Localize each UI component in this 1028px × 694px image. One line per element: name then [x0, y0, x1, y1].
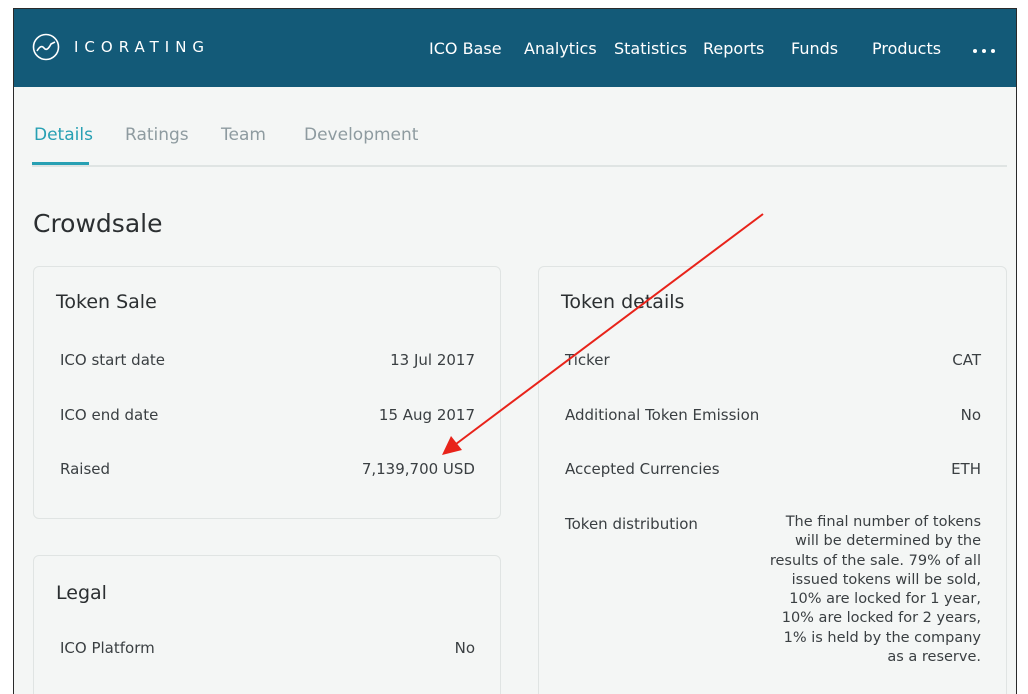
card-title: Legal: [56, 582, 107, 604]
row-label: ICO start date: [60, 351, 165, 369]
raised-value: 7,139,700 USD: [361, 460, 475, 478]
detail-tabs: Details Ratings Team Development: [32, 125, 1007, 167]
more-menu-icon[interactable]: [973, 49, 995, 53]
row-label: Raised: [60, 460, 111, 478]
tab-development[interactable]: Development: [304, 125, 418, 145]
legal-card: Legal ICO Platform No: [33, 555, 501, 694]
ico-end-date-value: 15 Aug 2017: [378, 406, 475, 424]
ticker-value: CAT: [952, 351, 981, 369]
card-title: Token details: [561, 291, 685, 313]
row-label: Additional Token Emission: [565, 406, 760, 424]
tab-details[interactable]: Details: [34, 125, 93, 145]
card-title: Token Sale: [56, 291, 157, 313]
row-label: ICO end date: [60, 406, 159, 424]
logo-text: ICORATING: [74, 38, 211, 56]
additional-emission-value: No: [960, 406, 981, 424]
row-label: ICO Platform: [60, 639, 155, 657]
page-title: Crowdsale: [33, 209, 163, 238]
nav-analytics[interactable]: Analytics: [524, 39, 597, 58]
nav-statistics[interactable]: Statistics: [614, 39, 687, 58]
active-tab-indicator: [32, 162, 89, 165]
row-label: Token distribution: [565, 515, 698, 533]
tab-ratings[interactable]: Ratings: [125, 125, 189, 145]
accepted-currencies-value: ETH: [951, 460, 981, 478]
browser-viewport: ICORATING ICO Base Analytics Statistics …: [13, 8, 1017, 694]
tab-team[interactable]: Team: [221, 125, 266, 145]
top-navbar: ICORATING ICO Base Analytics Statistics …: [14, 9, 1016, 87]
ico-platform-value: No: [454, 639, 475, 657]
nav-reports[interactable]: Reports: [703, 39, 764, 58]
row-label: Accepted Currencies: [565, 460, 720, 478]
nav-funds[interactable]: Funds: [791, 39, 838, 58]
logo-icon: [32, 33, 60, 61]
nav-products[interactable]: Products: [872, 39, 941, 58]
nav-ico-base[interactable]: ICO Base: [429, 39, 502, 58]
row-label: Ticker: [565, 351, 610, 369]
token-distribution-value: The final number of tokens will be deter…: [769, 514, 981, 666]
token-details-card: Token details Ticker CAT Additional Toke…: [538, 266, 1007, 694]
ico-start-date-value: 13 Jul 2017: [390, 351, 475, 369]
token-sale-card: Token Sale ICO start date 13 Jul 2017 IC…: [33, 266, 501, 519]
logo[interactable]: ICORATING: [32, 33, 210, 61]
